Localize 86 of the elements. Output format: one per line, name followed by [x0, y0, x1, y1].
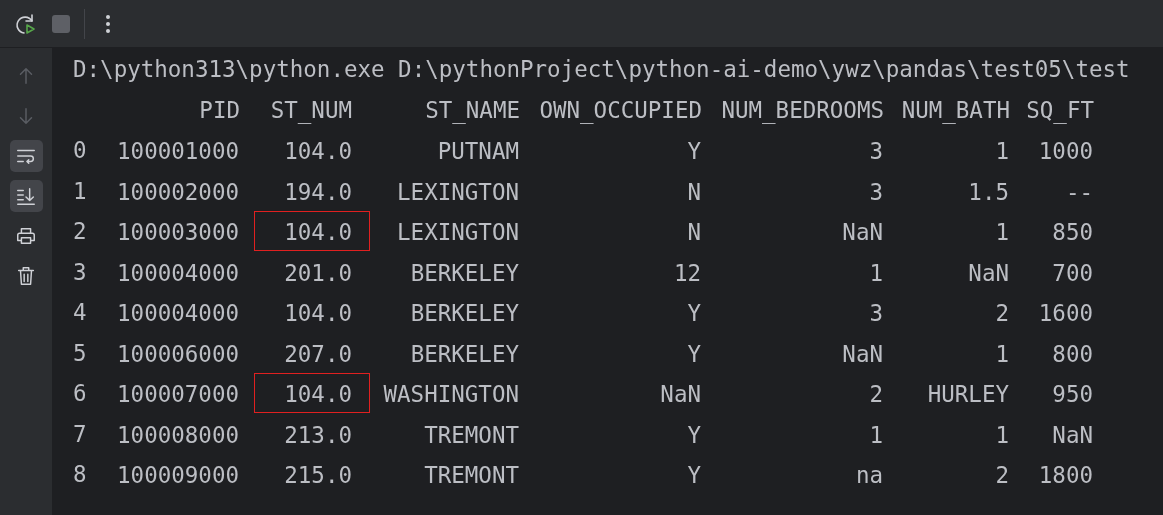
table-cell-text: 1600	[1037, 299, 1094, 328]
table-cell-text: Y	[686, 420, 702, 450]
table-cell-text: NaN	[841, 218, 884, 247]
side-tool-button[interactable]	[9, 140, 43, 172]
table-cell-text: BERKELEY	[409, 258, 520, 288]
table-cell-text: 215.0	[283, 461, 353, 490]
table-cell: 104.0	[254, 211, 370, 251]
table-cell-text: 950	[1051, 380, 1094, 409]
table-cell-text: LEXINGTON	[396, 177, 520, 207]
column-header: NUM_BEDROOMS	[720, 95, 884, 126]
table-cell-text: 850	[1051, 218, 1094, 247]
column-header: PID	[198, 95, 240, 125]
row-index: 4	[73, 298, 88, 327]
table-cell: 104.0	[254, 373, 370, 413]
table-cell-text: 1	[994, 339, 1010, 369]
table-cell-text: 2	[994, 461, 1010, 490]
table-cell-text: 1	[994, 420, 1010, 450]
table-cell-text: BERKELEY	[409, 299, 520, 328]
table-cell-text: LEXINGTON	[396, 218, 520, 247]
table-cell-text: 1.5	[967, 177, 1010, 207]
table-cell-text: 201.0	[283, 258, 353, 288]
table-cell-text: 100007000	[116, 380, 240, 409]
table-cell-text: 194.0	[283, 177, 353, 207]
table-cell-text: 1	[868, 420, 884, 450]
table-cell-text: Y	[686, 299, 702, 328]
column-header: ST_NAME	[424, 95, 520, 126]
row-index: 3	[73, 257, 88, 287]
table-cell-text: 104.0	[283, 137, 353, 166]
table-cell-text: 3	[868, 299, 884, 328]
column-header: NUM_BATH	[900, 95, 1010, 126]
table-cell-text: 100004000	[116, 258, 240, 288]
row-index: 1	[73, 176, 88, 206]
table-cell-text: WASHINGTON	[382, 380, 520, 409]
table-cell-text: 100002000	[116, 177, 240, 207]
table-cell-text: 1	[868, 258, 884, 288]
table-cell-text: 100006000	[116, 339, 240, 369]
table-cell-text: N	[686, 177, 702, 207]
table-cell-text: 700	[1051, 258, 1094, 288]
table-cell-text: 100001000	[116, 137, 240, 166]
row-index: 2	[73, 217, 88, 246]
table-cell-text: 104.0	[283, 299, 353, 328]
row-index: 6	[73, 379, 88, 408]
table-cell-text: 3	[868, 137, 884, 166]
table-cell-text: 12	[672, 258, 702, 288]
table-cell-text: TREMONT	[423, 420, 520, 450]
table-cell-text: --	[1064, 177, 1094, 207]
side-tool-button[interactable]	[9, 180, 43, 212]
table-cell-text: HURLEY	[926, 380, 1010, 409]
table-cell-text: Y	[686, 137, 702, 166]
table-cell-text: NaN	[967, 258, 1010, 288]
table-cell-text: 2	[994, 299, 1010, 328]
table-cell-text: 207.0	[283, 339, 353, 369]
table-cell-text: Y	[686, 339, 702, 369]
table-cell-text: 100008000	[116, 420, 240, 450]
table-cell-text: N	[686, 218, 702, 247]
table-cell-text: 2	[868, 380, 884, 409]
table-cell-text: 100009000	[116, 461, 240, 490]
table-cell-text: 800	[1051, 339, 1094, 369]
print-icon	[15, 225, 37, 247]
table-cell-text: 213.0	[283, 420, 353, 450]
rerun-icon	[13, 11, 37, 36]
table-cell-text: 1	[994, 137, 1010, 166]
table-cell-text: NaN	[841, 339, 884, 369]
column-header: OWN_OCCUPIED	[538, 95, 702, 126]
row-index: 8	[73, 460, 88, 489]
row-index: 0	[73, 136, 88, 165]
table-cell-text: na	[854, 461, 884, 490]
table-cell-text: PUTNAM	[436, 137, 520, 166]
trash-icon	[15, 265, 37, 287]
table-cell-text: 100003000	[116, 218, 240, 247]
table-cell-text: 3	[868, 177, 884, 207]
table-cell-text: TREMONT	[423, 461, 520, 490]
row-index: 7	[73, 419, 88, 449]
scroll-to-end-icon	[15, 185, 37, 207]
table-cell-text: 1	[994, 218, 1010, 247]
table-cell-text: 1800	[1037, 461, 1094, 490]
table-cell-text: NaN	[659, 380, 702, 409]
command-line: D:\python313\python.exe D:\pythonProject\python-ai-demo\ywz\pandas\test05\test	[73, 55, 1130, 84]
table-cell-text: 1000	[1037, 137, 1094, 166]
row-index: 5	[73, 338, 88, 368]
table-cell-text: BERKELEY	[409, 339, 520, 369]
table-cell-text: 100004000	[116, 299, 240, 328]
column-header: SQ_FT	[1025, 95, 1094, 126]
table-cell-text: NaN	[1051, 420, 1094, 450]
column-header: ST_NUM	[269, 95, 353, 126]
table-cell-text: Y	[686, 461, 702, 490]
